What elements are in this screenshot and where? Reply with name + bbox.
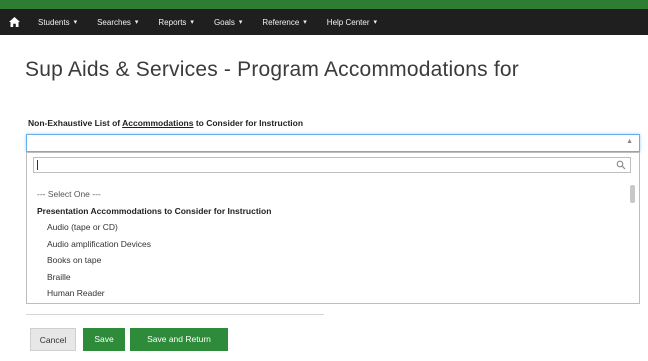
save-and-return-button[interactable]: Save and Return (130, 328, 228, 351)
caret-down-icon: ▾ (134, 19, 139, 26)
page-title: Sup Aids & Services - Program Accommodat… (25, 58, 519, 81)
caret-down-icon: ▾ (73, 19, 78, 26)
nav-help-center[interactable]: Help Center ▾ (317, 9, 387, 35)
caret-down-icon: ▾ (373, 19, 377, 26)
nav-reference[interactable]: Reference ▾ (252, 9, 316, 35)
nav-help-center-label: Help Center (326, 17, 370, 27)
cancel-button[interactable]: Cancel (30, 328, 76, 351)
option-item[interactable]: Audio amplification Devices (27, 236, 625, 253)
option-item[interactable]: Human Reader (27, 285, 625, 302)
option-item[interactable]: Audio (tape or CD) (27, 219, 625, 236)
caret-down-icon: ▾ (238, 19, 243, 26)
nav-searches-label: Searches (97, 17, 131, 27)
caret-down-icon: ▾ (303, 19, 307, 26)
top-accent-bar (0, 0, 648, 9)
label-suffix: to Consider for Instruction (193, 118, 304, 128)
text-cursor (37, 160, 38, 170)
nav-students-label: Students (38, 17, 70, 27)
dropdown-scrollbar[interactable] (630, 185, 635, 203)
nav-reference-label: Reference (262, 17, 300, 27)
nav-students[interactable]: Students ▾ (28, 9, 87, 35)
nav-reports-label: Reports (158, 17, 187, 27)
search-icon (616, 160, 626, 170)
option-group-label: Presentation Accommodations to Consider … (37, 205, 272, 216)
dropdown-search-input[interactable] (33, 157, 631, 173)
accommodations-dropdown: --- Select One --- Presentation Accommod… (26, 152, 640, 304)
accommodations-link[interactable]: Accommodations (122, 118, 193, 128)
option-select-one[interactable]: --- Select One --- (27, 186, 625, 203)
nav-reports[interactable]: Reports ▾ (148, 9, 204, 35)
nav-searches[interactable]: Searches ▾ (87, 9, 148, 35)
divider (26, 314, 324, 315)
accommodations-field-label: Non-Exhaustive List of Accommodations to… (28, 118, 303, 128)
nav-goals-label: Goals (213, 17, 235, 27)
option-item[interactable]: Books on tape (27, 252, 625, 269)
chevron-down-icon: ▲ (626, 138, 633, 145)
top-navbar: Students ▾ Searches ▾ Reports ▾ Goals ▾ … (0, 9, 648, 35)
home-icon[interactable] (0, 9, 28, 35)
dropdown-options-list: --- Select One --- Presentation Accommod… (27, 186, 625, 302)
label-prefix: Non-Exhaustive List of (28, 118, 123, 128)
caret-down-icon: ▾ (190, 19, 194, 26)
save-button[interactable]: Save (83, 328, 125, 351)
accommodations-select[interactable]: ▲ (26, 134, 640, 152)
option-item[interactable]: Braille (27, 269, 625, 286)
nav-goals[interactable]: Goals ▾ (204, 9, 252, 35)
